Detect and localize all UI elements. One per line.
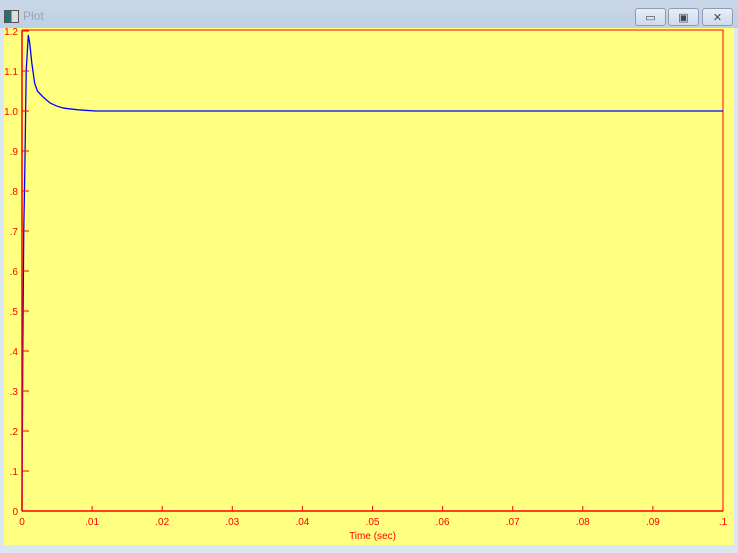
x-tick-label: .09 [646,517,660,528]
x-tick-label: .1 [719,517,728,528]
y-tick-label: .2 [10,427,19,438]
series-line-response [21,34,723,512]
y-tick-label: .7 [10,227,19,238]
x-tick-label: .03 [225,517,239,528]
y-tick-label: .5 [10,307,19,318]
x-tick-label: .08 [576,517,590,528]
x-axis-label: Time (sec) [349,531,396,542]
y-tick-label: 1.1 [4,67,18,78]
y-tick-label: .6 [10,267,19,278]
y-tick-label: .8 [10,187,19,198]
chart: 0 .01 .02 .03 .04 .05 .06 .07 .08 .09 .1 0 .1 .2 .3 .4.… [4,27,728,542]
x-tick-label: .05 [366,517,380,528]
y-tick-label: 0 [12,507,18,518]
y-tick-label: 1.0 [4,107,18,118]
x-tick-label: .02 [155,517,169,528]
x-tick-label: .01 [85,517,99,528]
y-tick-label: .4 [10,347,19,358]
plot-frame [21,29,724,512]
y-tick-label: .9 [10,147,19,158]
x-tick-label: 0 [19,517,25,528]
y-tick-label: 1.2 [4,27,18,38]
y-tick-label: .3 [10,387,19,398]
x-tick-label: .04 [295,517,309,528]
x-tick-label: .06 [436,517,450,528]
y-tick-label: .1 [10,467,19,478]
x-tick-label: .07 [506,517,520,528]
